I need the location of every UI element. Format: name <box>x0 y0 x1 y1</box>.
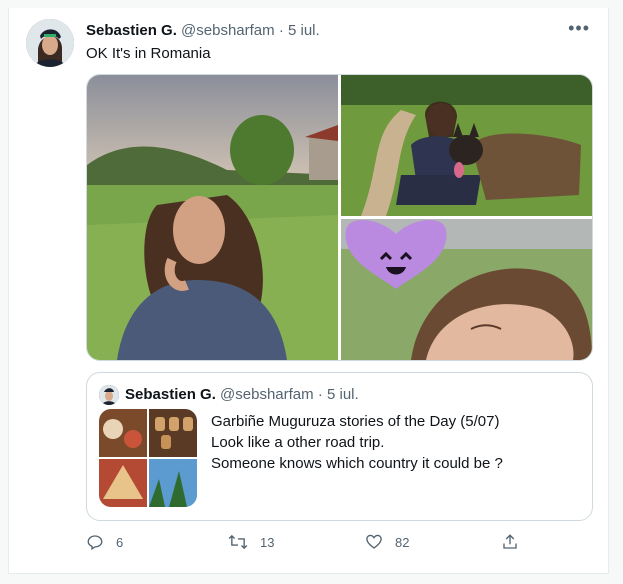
tweet-text: OK It's in Romania <box>86 45 211 62</box>
photo-selfie-heart-sticker[interactable] <box>341 219 592 360</box>
retweet-button[interactable]: 13 <box>228 533 274 551</box>
share-icon <box>503 534 517 549</box>
author-name[interactable]: Sebastien G. <box>86 22 177 39</box>
reply-count: 6 <box>116 534 124 550</box>
author-avatar[interactable] <box>26 19 74 67</box>
share-button[interactable] <box>501 533 519 551</box>
media-grid <box>86 74 593 361</box>
photo-woman-with-dog[interactable] <box>341 75 592 216</box>
header-separator: · <box>278 22 284 39</box>
quoted-text: Garbiñe Muguruza stories of the Day (5/0… <box>211 411 503 474</box>
quoted-author-handle[interactable]: @sebsharfam <box>220 386 314 403</box>
quoted-separator: · <box>317 386 323 403</box>
quoted-tweet[interactable]: Sebastien G. @sebsharfam · 5 iul. Garbiñ… <box>86 372 593 521</box>
tweet-date[interactable]: 5 iul. <box>288 22 320 39</box>
reply-button[interactable]: 6 <box>86 533 123 551</box>
quoted-author-avatar[interactable] <box>99 385 119 405</box>
quoted-text-line: Someone knows which country it could be … <box>211 455 503 472</box>
photo-woman-in-field[interactable] <box>87 75 338 360</box>
quoted-header: Sebastien G. @sebsharfam · 5 iul. <box>125 386 359 403</box>
quoted-date[interactable]: 5 iul. <box>327 386 359 403</box>
quoted-media-thumbnails[interactable] <box>99 409 197 507</box>
more-icon[interactable]: ••• <box>568 18 590 39</box>
tweet-card[interactable]: Sebastien G. @sebsharfam · 5 iul. ••• OK… <box>8 8 609 574</box>
retweet-count: 13 <box>260 534 275 550</box>
author-handle[interactable]: @sebsharfam <box>181 22 275 39</box>
retweet-icon <box>228 534 248 550</box>
quoted-text-line: Look like a other road trip. <box>211 434 385 451</box>
timeline-bottom-bar <box>0 576 623 584</box>
quoted-text-line: Garbiñe Muguruza stories of the Day (5/0… <box>211 413 500 430</box>
heart-icon <box>366 534 382 549</box>
reply-icon <box>87 535 103 550</box>
tweet-header: Sebastien G. @sebsharfam · 5 iul. <box>86 22 320 40</box>
tweet-actions: 6 13 82 <box>86 533 596 555</box>
like-button[interactable]: 82 <box>365 533 409 551</box>
quoted-author-name[interactable]: Sebastien G. <box>125 386 216 403</box>
like-count: 82 <box>395 534 410 550</box>
